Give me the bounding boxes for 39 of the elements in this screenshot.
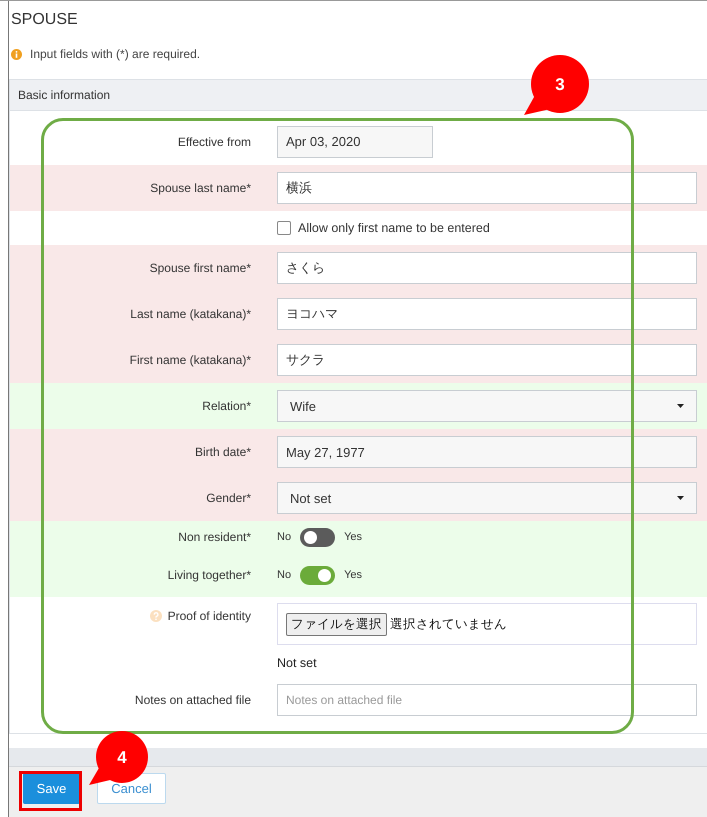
text-field[interactable]: サクラ <box>277 344 697 376</box>
field-label: Relation* <box>202 399 251 413</box>
highlight-box <box>19 771 82 811</box>
help-icon <box>150 610 162 622</box>
field-label: Birth date* <box>194 445 251 459</box>
on-label: Yes <box>344 531 362 543</box>
caret-icon <box>677 496 684 500</box>
on-label: Yes <box>344 569 362 581</box>
field-label: Spouse last name* <box>150 181 251 195</box>
field-label: Last name (katakana)* <box>130 307 251 321</box>
date-field[interactable]: May 27, 1977 <box>277 436 697 468</box>
choose-file-button[interactable]: ファイルを選択 <box>286 612 387 636</box>
off-label: No <box>277 531 292 543</box>
checkbox[interactable] <box>277 221 291 235</box>
file-field[interactable]: ファイルを選択 選択されていません <box>277 603 697 645</box>
off-label: No <box>277 569 292 581</box>
info-icon <box>11 48 22 60</box>
page-title: SPOUSE <box>11 11 79 30</box>
field-label: Effective from <box>178 134 251 148</box>
field-label: Living together* <box>168 568 251 582</box>
file-status: 選択されていません <box>390 616 507 632</box>
field-label: Spouse first name* <box>150 261 251 275</box>
field-label: Proof of identity <box>168 609 251 623</box>
caret-icon <box>677 404 684 408</box>
select-field[interactable]: Wife <box>277 390 697 422</box>
field-label: Notes on attached file <box>134 693 251 707</box>
required-note: Input fields with (*) are required. <box>30 47 200 61</box>
file-status-text: Not set <box>277 656 317 670</box>
text-field[interactable]: ヨコハマ <box>277 298 697 330</box>
checkbox-label: Allow only first name to be entered <box>298 221 490 235</box>
text-field[interactable]: さくら <box>277 252 697 284</box>
field-label: Non resident* <box>178 530 251 544</box>
field-label: Gender* <box>206 491 251 505</box>
toggle-switch[interactable] <box>300 528 336 546</box>
date-field[interactable]: Apr 03, 2020 <box>277 126 433 158</box>
toggle-switch[interactable] <box>300 566 336 584</box>
select-field[interactable]: Not set <box>277 482 697 514</box>
text-field[interactable]: 横浜 <box>277 172 697 204</box>
field-label: First name (katakana)* <box>130 353 251 367</box>
